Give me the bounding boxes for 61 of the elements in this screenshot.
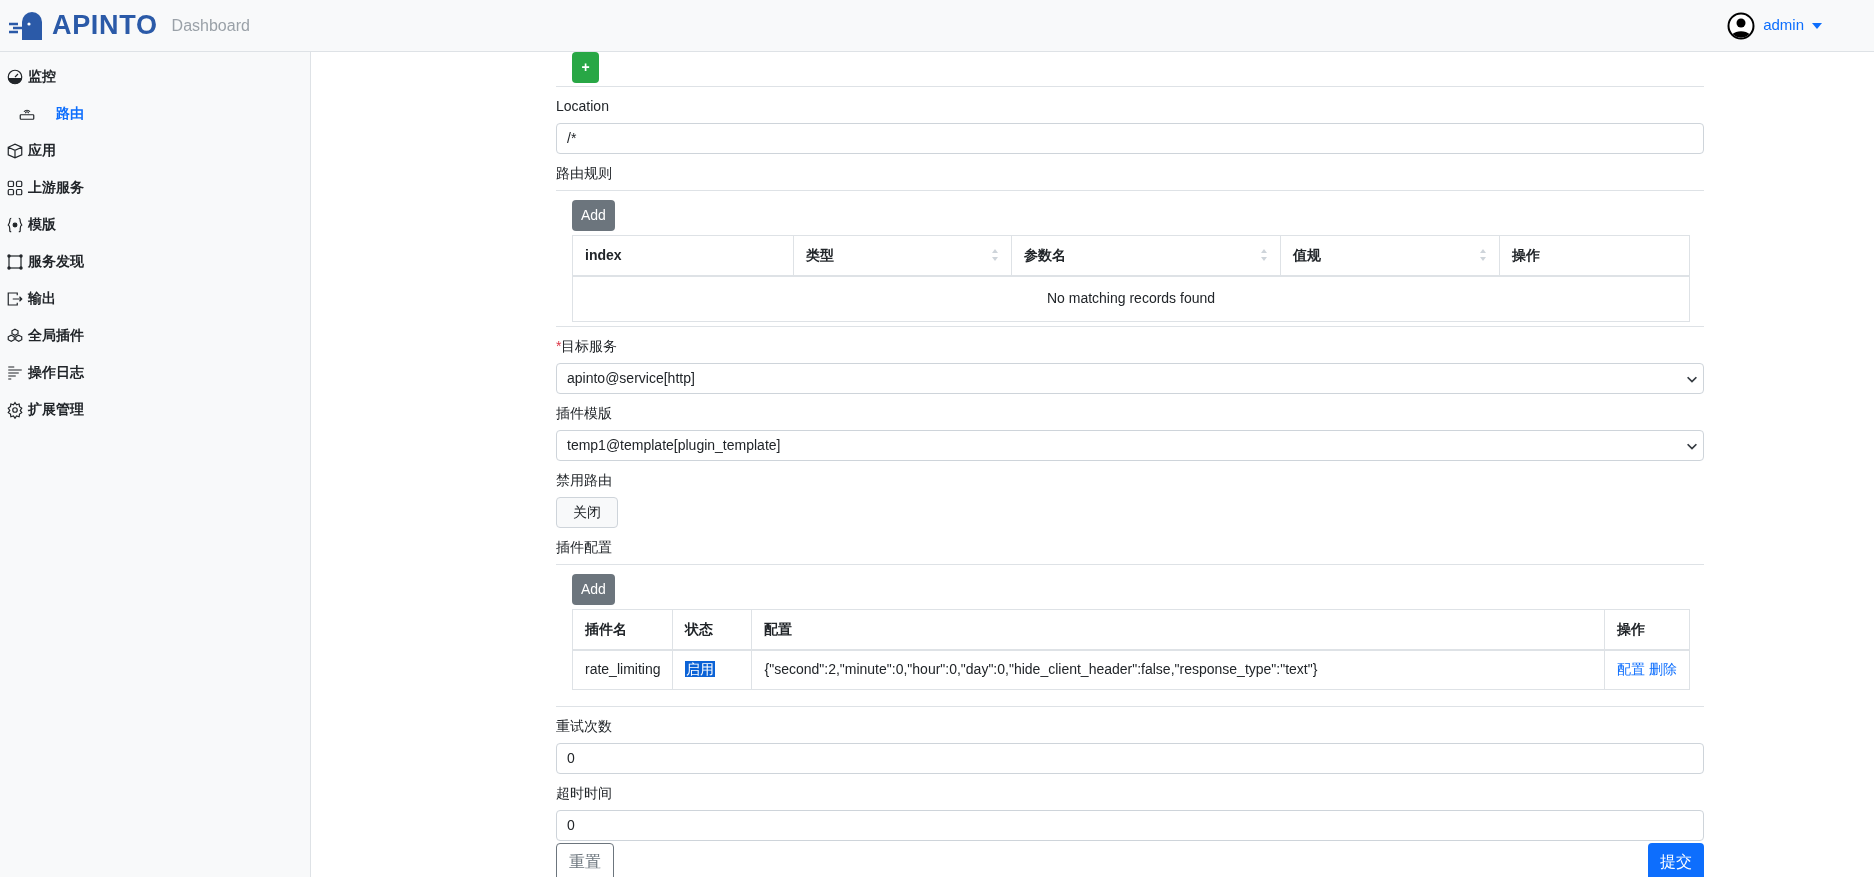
field-label: 插件模版 <box>556 404 612 423</box>
add-button[interactable]: Add <box>572 574 615 605</box>
list-icon <box>6 363 24 382</box>
action-link[interactable]: 删除 <box>1649 659 1677 681</box>
column-header: 操作 <box>1499 235 1690 276</box>
column-header: 配置 <box>752 609 1605 650</box>
field-label: Location <box>556 97 609 116</box>
required-mark: * <box>556 337 562 356</box>
status-text: 启用 <box>685 661 716 678</box>
field-label: 禁用路由 <box>556 471 612 490</box>
sidebar-item[interactable]: 路由 <box>0 95 310 132</box>
column-header[interactable]: 类型 <box>793 235 1012 276</box>
sort-icon <box>1478 248 1487 263</box>
field-label: 超时时间 <box>556 784 612 803</box>
empty-table-message: No matching records found <box>1046 290 1216 307</box>
cubes-icon <box>6 326 24 345</box>
column-header: 插件名 <box>572 609 673 650</box>
add-button[interactable]: Add <box>572 200 615 231</box>
sidebar-item[interactable]: 服务发现 <box>0 243 310 280</box>
submit-button[interactable]: 提交 <box>1648 843 1704 877</box>
sidebar-item[interactable]: 扩展管理 <box>0 391 310 428</box>
column-header[interactable]: 参数名 <box>1011 235 1281 276</box>
logo-text: APINTO <box>52 9 158 43</box>
select-field[interactable]: temp1@template[plugin_template] <box>556 430 1704 461</box>
reset-button[interactable]: 重置 <box>556 843 614 877</box>
column-header: 操作 <box>1604 609 1690 650</box>
sort-icon <box>1260 248 1269 263</box>
field-label: 重试次数 <box>556 717 612 736</box>
user-avatar-icon <box>1727 11 1756 40</box>
user-menu[interactable]: admin <box>1763 14 1822 37</box>
table-cell: {"second":2,"minute":0,"hour":0,"day":0,"hide_client_header":false,"response_type":"text"} <box>752 649 1605 690</box>
column-header[interactable]: 值规 <box>1280 235 1500 276</box>
toggle-switch[interactable]: 关闭 <box>556 497 618 528</box>
settings-icon <box>6 400 24 419</box>
input-field[interactable]: 0 <box>556 810 1704 841</box>
field-label: 目标服务 <box>561 337 618 356</box>
braces-icon <box>6 215 24 234</box>
input-field[interactable]: /* <box>556 123 1704 154</box>
field-label: 路由规则 <box>556 164 612 183</box>
grid-icon <box>6 178 24 197</box>
sidebar-item[interactable]: 上游服务 <box>0 169 310 206</box>
column-header: 状态 <box>673 609 752 650</box>
sidebar-item[interactable]: 输出 <box>0 280 310 317</box>
select-field[interactable]: apinto@service[http] <box>556 363 1704 394</box>
sidebar-item[interactable]: 操作日志 <box>0 354 310 391</box>
sidebar-item[interactable]: 全局插件 <box>0 317 310 354</box>
sidebar-item[interactable]: 模版 <box>0 206 310 243</box>
sidebar-item[interactable]: 监控 <box>0 58 310 95</box>
frame-icon <box>6 252 24 271</box>
sidebar-item[interactable]: 应用 <box>0 132 310 169</box>
field-label: 插件配置 <box>556 538 612 557</box>
table-cell: rate_limiting <box>572 649 673 690</box>
column-header: index <box>572 235 794 276</box>
input-field[interactable]: 0 <box>556 743 1704 774</box>
box-icon <box>6 141 24 160</box>
exit-icon <box>6 289 24 308</box>
action-link[interactable]: 配置 <box>1617 659 1645 681</box>
gauge-icon <box>6 67 24 86</box>
sort-icon <box>991 248 1000 263</box>
caret-icon <box>1812 22 1822 29</box>
navbar-title: Dashboard <box>171 15 250 36</box>
